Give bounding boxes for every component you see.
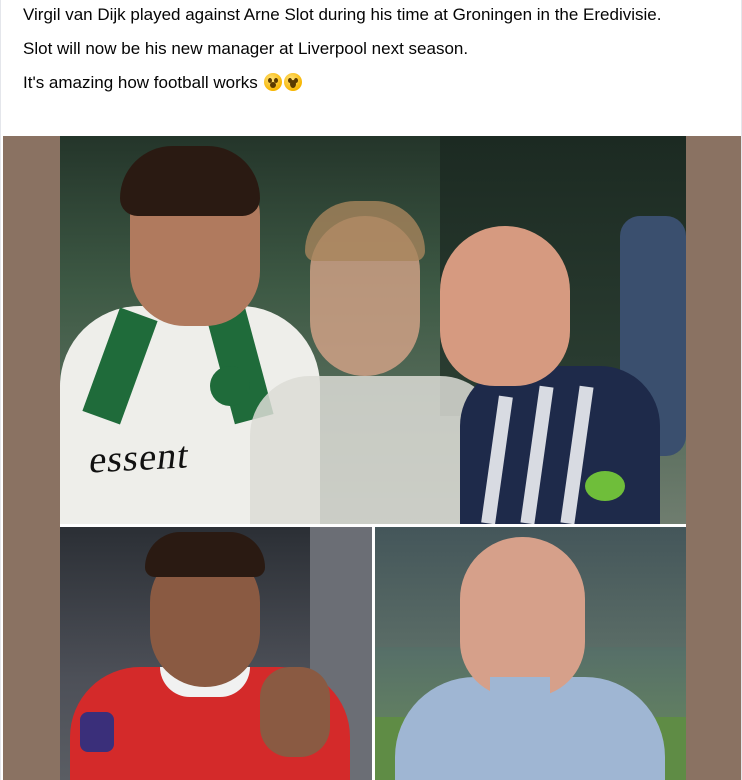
post-paragraph-1: Virgil van Dijk played against Arne Slot… [23,5,662,24]
post-paragraph-3-text: It's amazing how football works [23,73,258,92]
post-body: Virgil van Dijk played against Arne Slot… [1,0,741,94]
astonished-face-emoji [264,73,283,91]
photo-collage[interactable]: essent [60,136,686,780]
sponsor-text: essent [87,434,192,482]
face-screaming-in-fear-emoji [284,73,303,91]
facebook-post: Virgil van Dijk played against Arne Slot… [0,0,742,780]
post-paragraph-3: It's amazing how football works [23,72,721,94]
arne-slot-photo[interactable] [375,527,686,780]
post-paragraph-2: Slot will now be his new manager at Live… [23,39,469,58]
post-image[interactable]: essent [3,136,741,780]
van-dijk-liverpool-photo[interactable] [60,527,372,780]
match-photo[interactable]: essent [60,136,686,524]
